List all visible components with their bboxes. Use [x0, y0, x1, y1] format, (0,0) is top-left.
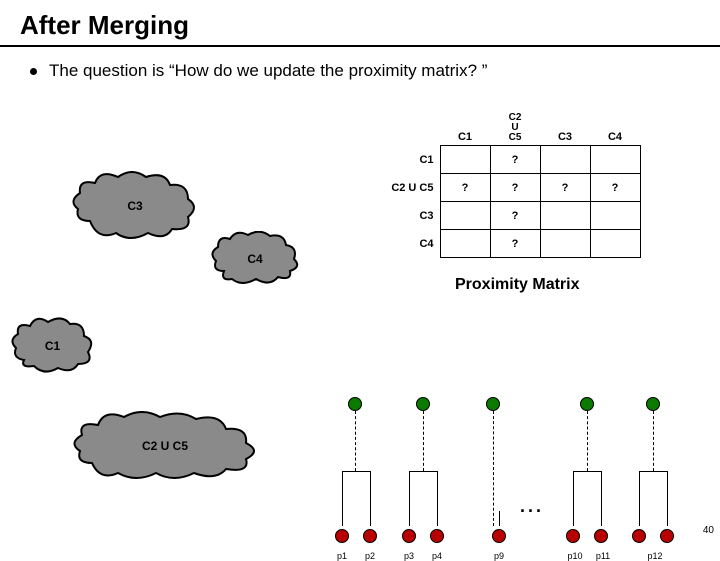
dendro-ellipsis: ... — [520, 496, 544, 517]
matrix-cell — [540, 230, 590, 258]
matrix-row-c1: C1 — [390, 146, 440, 174]
cluster-c4-label: C4 — [247, 252, 262, 266]
matrix-col-c1: C1 — [440, 113, 490, 146]
matrix-cell — [590, 146, 640, 174]
dendro-leaf — [566, 529, 580, 543]
matrix-corner — [390, 113, 440, 146]
matrix-cell: ? — [490, 202, 540, 230]
matrix-cell — [540, 202, 590, 230]
dendro-top-node — [580, 397, 594, 411]
matrix-cell — [440, 230, 490, 258]
matrix-cell — [440, 202, 490, 230]
cluster-c3-label: C3 — [127, 199, 142, 213]
matrix-row-c3: C3 — [390, 202, 440, 230]
dendro-label: p2 — [365, 551, 375, 561]
page-title: After Merging — [0, 0, 720, 47]
dendro-label: p3 — [404, 551, 414, 561]
matrix-row-c4: C4 — [390, 230, 440, 258]
matrix-col-c2uc5: C2 U C5 — [490, 113, 540, 146]
cluster-c2u5-label: C2 U C5 — [142, 439, 188, 453]
bullet-icon — [30, 68, 37, 75]
dendro-leaf — [594, 529, 608, 543]
matrix-cell — [590, 202, 640, 230]
cluster-c1: C1 — [10, 316, 95, 376]
cluster-c1-label: C1 — [45, 339, 60, 353]
matrix-col-c3: C3 — [540, 113, 590, 146]
dendro-top-node — [348, 397, 362, 411]
dendro-leaf — [402, 529, 416, 543]
dendro-label: p1 — [337, 551, 347, 561]
matrix-cell: ? — [490, 146, 540, 174]
matrix-cell: ? — [490, 230, 540, 258]
dendro-label: p10 — [567, 551, 582, 561]
matrix-row-c2uc5: C2 U C5 — [390, 174, 440, 202]
bullet-text: The question is “How do we update the pr… — [49, 61, 487, 81]
dendro-leaf — [363, 529, 377, 543]
dendro-top-node — [486, 397, 500, 411]
dendro-leaf — [660, 529, 674, 543]
dendro-top-node — [646, 397, 660, 411]
slide-body: C3 C4 C1 C2 U C5 C1 C2 U C5 C3 C4 — [0, 81, 720, 511]
bullet-line: The question is “How do we update the pr… — [0, 61, 720, 81]
matrix-cell: ? — [540, 174, 590, 202]
matrix-cell — [540, 146, 590, 174]
matrix-caption: Proximity Matrix — [455, 276, 579, 294]
matrix-cell — [440, 146, 490, 174]
cluster-c2-u-c5: C2 U C5 — [70, 411, 260, 481]
dendro-leaf — [335, 529, 349, 543]
dendro-label: p4 — [432, 551, 442, 561]
matrix-cell: ? — [490, 174, 540, 202]
dendro-label: p12 — [647, 551, 662, 561]
cluster-c4: C4 — [210, 231, 300, 286]
matrix-col-c4: C4 — [590, 113, 640, 146]
matrix-cell — [590, 230, 640, 258]
matrix-cell: ? — [440, 174, 490, 202]
proximity-matrix: C1 C2 U C5 C3 C4 C1 ? C2 U C5 ? ? ? ? C3 — [390, 113, 641, 258]
dendrogram: ... p1 p2 p3 p4 p9 p10 p11 p12 — [330, 391, 690, 561]
cluster-c3: C3 — [70, 171, 200, 241]
dendro-leaf — [430, 529, 444, 543]
dendro-leaf — [632, 529, 646, 543]
matrix-cell: ? — [590, 174, 640, 202]
dendro-label: p11 — [596, 551, 610, 561]
page-number: 40 — [703, 525, 714, 536]
dendro-leaf — [492, 529, 506, 543]
dendro-top-node — [416, 397, 430, 411]
dendro-label: p9 — [494, 551, 504, 561]
